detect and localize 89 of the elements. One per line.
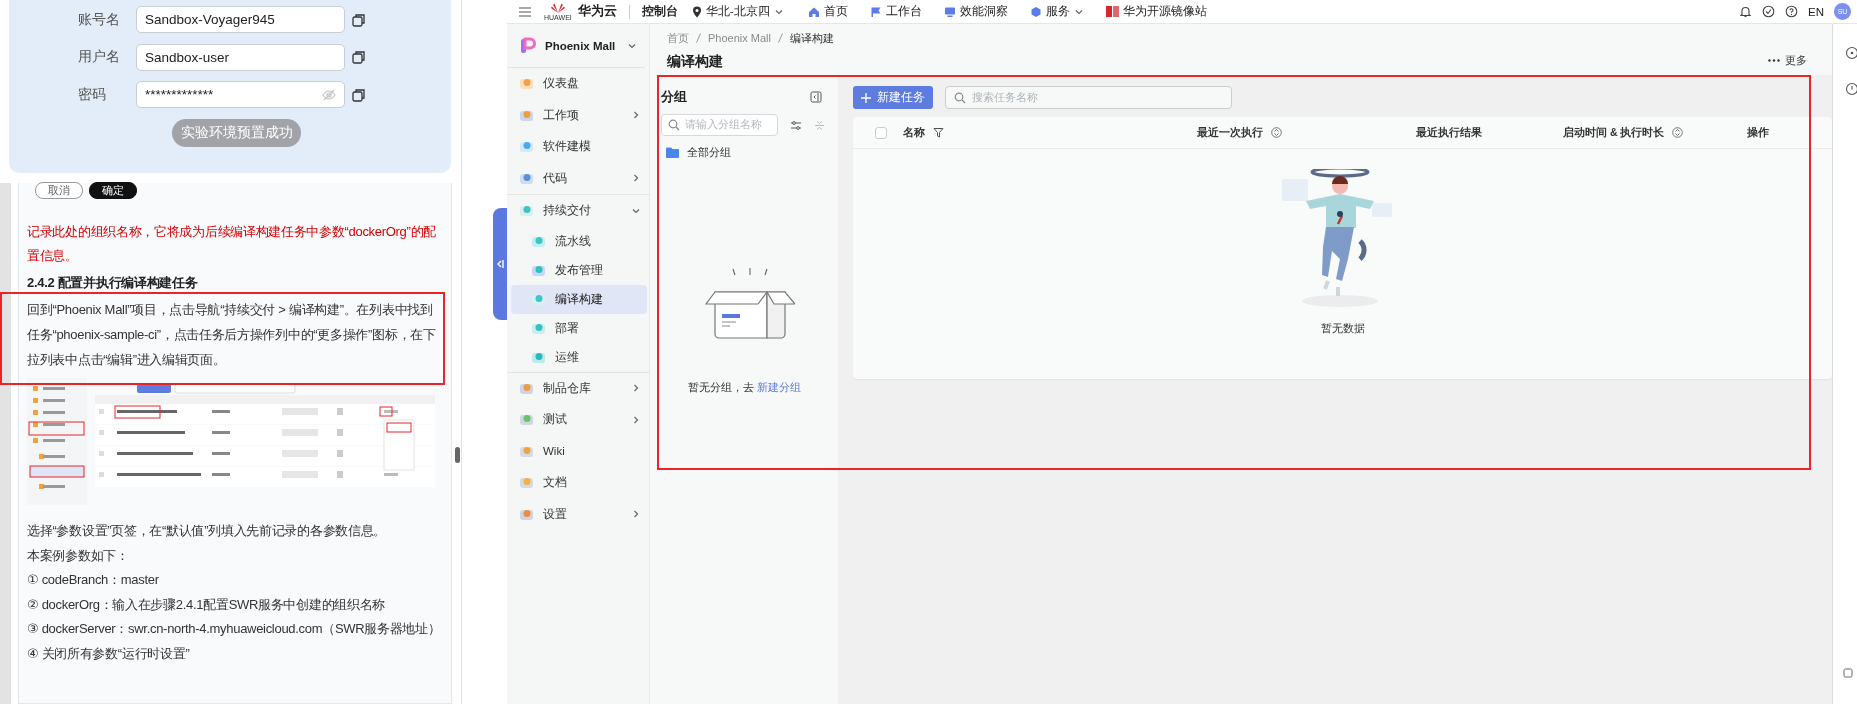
module-icon: [519, 76, 534, 92]
sort-icon[interactable]: [1672, 127, 1684, 138]
breadcrumb-link[interactable]: 首页: [667, 30, 689, 46]
nav-item[interactable]: 运维: [511, 342, 647, 372]
nav-item[interactable]: 软件建模: [507, 131, 649, 163]
cancel-button[interactable]: 取消: [35, 182, 83, 199]
paragraph: 本案例参数如下：: [27, 547, 129, 563]
search-icon: [668, 119, 680, 131]
nav-item[interactable]: 流水线: [511, 226, 647, 256]
collapse-handle[interactable]: [493, 208, 507, 320]
new-task-button[interactable]: 新建任务: [853, 86, 933, 109]
checkbox[interactable]: [875, 126, 887, 139]
console-link[interactable]: 控制台: [641, 4, 678, 19]
sort-icon[interactable]: [1271, 127, 1282, 138]
search-icon: [954, 91, 966, 104]
nav-link[interactable]: 华为开源镜像站: [1105, 4, 1207, 19]
page-title: 编译构建: [667, 53, 723, 71]
group-item[interactable]: 全部分组: [666, 145, 828, 160]
cube-icon: [1029, 5, 1042, 18]
module-icon: [519, 475, 534, 491]
plus-icon: [861, 92, 871, 103]
paragraph: ② dockerOrg：输入在步骤2.4.1配置SWR服务中创建的组织名称: [27, 596, 386, 612]
note-text: 记录此处的组织名称，它将成为后续编译构建任务中参数“dockerOrg”的配置信息。: [27, 223, 437, 265]
nav-link[interactable]: 服务: [1029, 4, 1084, 19]
region-selector[interactable]: 华北-北京四: [691, 4, 784, 19]
field-label: 用户名: [78, 48, 121, 66]
square-icon[interactable]: [1843, 668, 1853, 678]
nav-item[interactable]: 设置: [507, 498, 649, 530]
collapse-icon[interactable]: [810, 91, 822, 103]
copy-icon[interactable]: [352, 50, 366, 64]
column-header: 操作: [1747, 125, 1769, 140]
brand-name: 华为云: [577, 3, 617, 20]
nav-item[interactable]: 测试: [507, 404, 649, 436]
column-header: 启动时间 & 执行时长: [1563, 125, 1665, 140]
paragraph: ③ dockerServer：swr.cn-north-4.myhuaweicloud.com（SWR服务器地址）: [27, 621, 441, 636]
module-icon: [519, 139, 534, 155]
nav-item[interactable]: 部署: [511, 313, 647, 343]
project-switcher[interactable]: Phoenix Mall: [507, 24, 645, 68]
nav-item[interactable]: 文档: [507, 467, 649, 499]
empty-message: 暂无分组，去 新建分组: [687, 381, 802, 393]
paragraph: 回到“Phoenix Mall”项目，点击导航“持续交付 > 编译构建”。在列表中找到任务“phoenix-sample-ci”，点击任务后方操作列中的“更多操作”图标，在下拉列表中点击“编辑”进入编辑页面。: [27, 302, 436, 367]
check-circle-icon[interactable]: [1762, 5, 1775, 18]
nav-item[interactable]: 发布管理: [511, 255, 647, 285]
paragraph: ④ 关闭所有参数“运行时设置”: [27, 645, 190, 661]
nav-link[interactable]: 效能洞察: [943, 4, 1008, 19]
folder-icon: [666, 147, 679, 158]
column-header: 名称: [903, 125, 925, 140]
nav-item[interactable]: 制品仓库: [507, 372, 649, 404]
scroll-thumb[interactable]: [455, 447, 460, 463]
language-label[interactable]: EN: [1808, 5, 1824, 18]
home-icon: [807, 5, 820, 18]
module-icon: [519, 412, 534, 428]
copy-icon[interactable]: [352, 12, 366, 27]
nav-item[interactable]: 编译构建: [511, 284, 647, 314]
filter-icon[interactable]: [933, 127, 944, 138]
panel-title: 分组: [661, 88, 687, 106]
nav-item[interactable]: 代码: [507, 162, 649, 194]
column-header: 最近执行结果: [1416, 125, 1482, 140]
module-icon: [519, 203, 534, 219]
help-icon[interactable]: [1785, 5, 1798, 18]
separator-icon: [696, 33, 701, 43]
sliders-icon[interactable]: [790, 119, 802, 131]
nav-item[interactable]: 工作项: [507, 99, 649, 131]
input-field[interactable]: Sandbox-Voyager945: [136, 6, 345, 33]
nav-item[interactable]: 仪表盘: [507, 68, 649, 100]
monitor-icon: [943, 5, 956, 18]
project-logo-icon: [519, 36, 537, 55]
bell-icon[interactable]: [1739, 5, 1752, 18]
flag-icon: [869, 5, 882, 18]
separator-icon: [778, 33, 783, 43]
more-button[interactable]: 更多: [1768, 53, 1807, 68]
nav-link[interactable]: 首页: [807, 4, 848, 19]
location-icon: [691, 5, 702, 18]
column-header: 最近一次执行: [1197, 125, 1263, 140]
nav-item[interactable]: 持续交付: [507, 195, 649, 227]
empty-message: 暂无数据: [1320, 321, 1365, 336]
paragraph: 选择“参数设置”页签，在“默认值”列填入先前记录的各参数信息。: [27, 523, 387, 538]
confirm-button[interactable]: 确定: [89, 182, 137, 199]
create-group-link[interactable]: 新建分组: [757, 381, 802, 393]
field-label: 密码: [78, 85, 107, 104]
input-field[interactable]: *************: [136, 81, 345, 108]
paragraph: ① codeBranch：master: [27, 572, 159, 587]
more-icon: [1768, 59, 1780, 62]
field-label: 账号名: [78, 10, 121, 29]
nav-link[interactable]: 工作台: [869, 4, 922, 19]
input-field[interactable]: Sandbox-user: [136, 43, 345, 71]
section-heading: 2.4.2 配置并执行编译构建任务: [27, 274, 199, 292]
nav-item[interactable]: Wiki: [507, 435, 649, 467]
copy-icon[interactable]: [352, 87, 366, 102]
